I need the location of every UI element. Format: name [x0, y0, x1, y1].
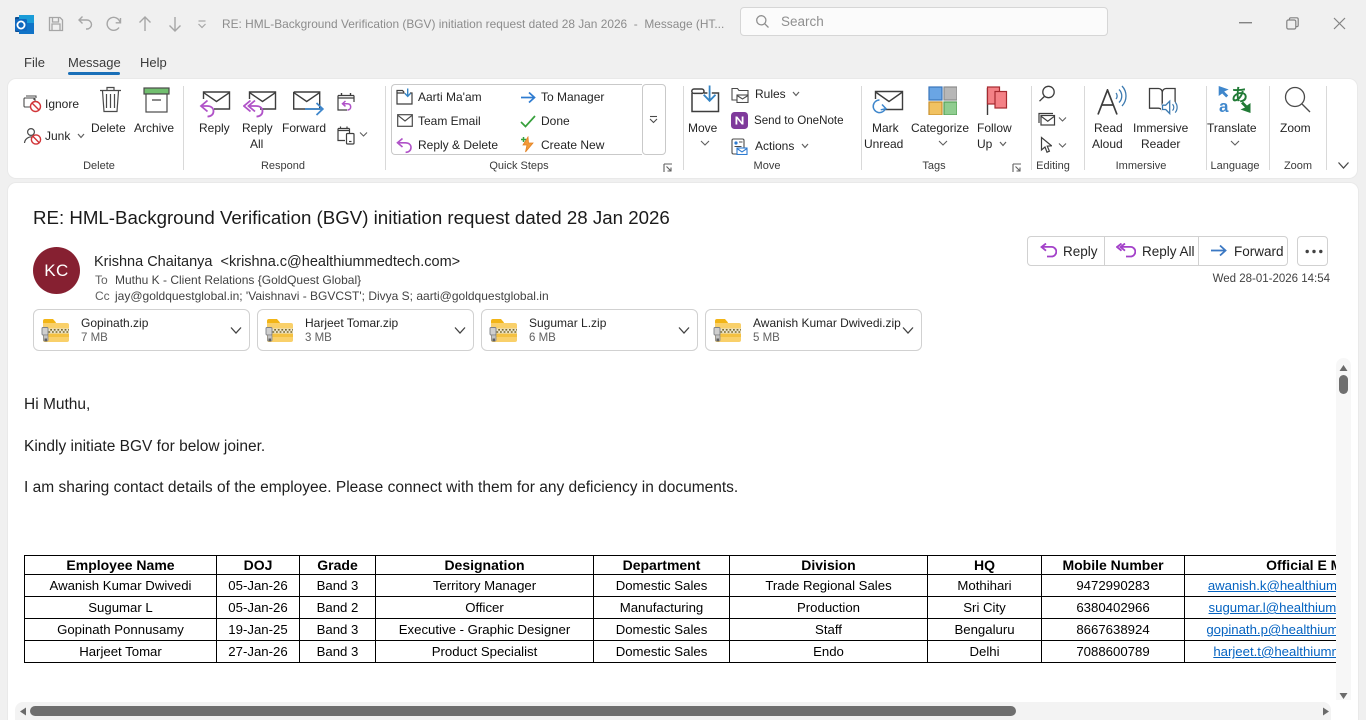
svg-text:a: a	[1219, 97, 1229, 114]
svg-text:あ: あ	[1231, 86, 1248, 105]
